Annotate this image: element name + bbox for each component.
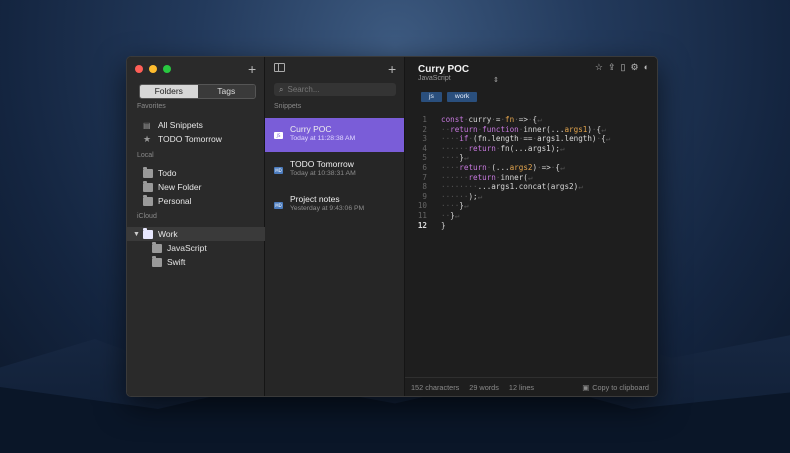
- snippet-title: Curry POC: [290, 124, 332, 134]
- tray-icon: ▤: [143, 120, 151, 130]
- search-icon: ⌕: [279, 84, 284, 94]
- export-icon[interactable]: ▯: [621, 62, 626, 73]
- search-input[interactable]: [287, 85, 388, 94]
- sidebar-item-todo[interactable]: Todo: [127, 166, 265, 180]
- line-count: 12 lines: [508, 382, 535, 392]
- local-section-label: Local: [137, 152, 154, 159]
- snippet-title: Project notes: [290, 194, 340, 204]
- js-file-icon: JS: [274, 132, 283, 139]
- sidebar-item-label: All Snippets: [158, 120, 203, 130]
- editor-pane: Curry POC JavaScript ⇕ ☆ ⇪ ▯ ⚙ ◐ js work…: [405, 57, 657, 396]
- folder-icon: [143, 194, 153, 206]
- code-line: 7 ······return·inner(↵: [422, 172, 533, 182]
- word-count: 29 words: [469, 382, 499, 392]
- snippet-item-project-notes[interactable]: MD Project notes Yesterday at 9:43:06 PM: [265, 188, 404, 222]
- zoom-window-button[interactable]: [163, 65, 171, 73]
- code-line: 10 ····}↵: [417, 201, 469, 211]
- code-line: 5 ····}↵: [422, 153, 469, 163]
- code-line: 2 ··return·function·inner(...args1)·{↵: [422, 124, 606, 134]
- character-count: 152 characters: [411, 382, 460, 392]
- snippet-time: Yesterday at 9:43:06 PM: [290, 205, 365, 212]
- folder-icon: [143, 166, 153, 178]
- icloud-section-label: iCloud: [137, 213, 157, 220]
- code-editor[interactable]: 1 const·curry·=·fn·=>·{↵ 2 ··return·functi…: [405, 115, 657, 230]
- markdown-file-icon: MD: [274, 167, 283, 174]
- code-line: 12}: [417, 220, 446, 230]
- window-controls: [135, 65, 171, 73]
- sidebar-item-label: New Folder: [158, 182, 202, 192]
- minimize-window-button[interactable]: [149, 65, 157, 73]
- folder-icon: [143, 227, 153, 239]
- code-line: 11 ··}↵: [417, 210, 460, 220]
- snippet-title-heading[interactable]: Curry POC: [418, 64, 469, 75]
- chevron-updown-icon[interactable]: ⇕: [493, 76, 499, 84]
- sidebar-item-label: Todo: [158, 168, 177, 178]
- folders-tags-toggle: Folders Tags: [139, 84, 256, 99]
- app-window: + Folders Tags Favorites ▤ All Snippets …: [126, 56, 658, 397]
- disclosure-triangle-icon[interactable]: ▼: [133, 231, 143, 238]
- editor-toolbar: ☆ ⇪ ▯ ⚙ ◐: [595, 62, 649, 73]
- theme-icon[interactable]: ◐: [644, 62, 649, 73]
- folder-icon: [152, 255, 162, 267]
- folder-icon: [152, 241, 162, 253]
- sidebar-item-label: Swift: [167, 257, 186, 267]
- tag-work[interactable]: work: [446, 92, 478, 102]
- star-icon[interactable]: ☆: [595, 62, 603, 73]
- sidebar-item-label: Work: [158, 229, 178, 239]
- search-field[interactable]: ⌕: [274, 83, 396, 96]
- folder-icon: [143, 180, 153, 192]
- gear-icon[interactable]: ⚙: [630, 62, 638, 73]
- snippet-title: TODO Tomorrow: [290, 159, 354, 169]
- add-folder-button[interactable]: +: [248, 62, 256, 76]
- copy-to-clipboard-button[interactable]: ▣ Copy to clipboard: [582, 383, 649, 392]
- sidebar-item-personal[interactable]: Personal: [127, 194, 265, 208]
- sidebar-item-all-snippets[interactable]: ▤ All Snippets: [127, 118, 265, 132]
- code-line: 6 ····return·(...args2)·=>·{↵: [422, 162, 565, 172]
- folders-tab[interactable]: Folders: [140, 85, 198, 98]
- add-snippet-button[interactable]: +: [388, 62, 396, 76]
- code-line: 3 ····if·(fn.length·==·args1.length)·{↵: [422, 134, 611, 144]
- copy-label: Copy to clipboard: [592, 382, 649, 392]
- sidebar-item-label: TODO Tomorrow: [158, 134, 222, 144]
- sidebar-item-label: JavaScript: [167, 243, 207, 253]
- sidebar-item-label: Personal: [158, 196, 192, 206]
- snippet-item-todo-tomorrow[interactable]: MD TODO Tomorrow Today at 10:38:31 AM: [265, 153, 404, 187]
- star-icon: ★: [143, 133, 152, 144]
- sidebar-item-swift[interactable]: Swift: [127, 255, 265, 269]
- close-window-button[interactable]: [135, 65, 143, 73]
- code-line: 1 const·curry·=·fn·=>·{↵: [422, 115, 542, 124]
- code-line: 4 ······return·fn(...args1);↵: [422, 143, 565, 153]
- share-icon[interactable]: ⇪: [608, 62, 616, 73]
- tag-js[interactable]: js: [421, 92, 442, 102]
- markdown-file-icon: MD: [274, 202, 283, 209]
- language-selector[interactable]: JavaScript: [418, 75, 451, 82]
- code-line: 8 ········...args1.concat(args2)↵: [422, 182, 583, 192]
- sidebar-toggle-icon[interactable]: [274, 63, 285, 72]
- sidebar-item-todo-tomorrow[interactable]: ★ TODO Tomorrow: [127, 132, 265, 146]
- tag-list: js work: [421, 92, 478, 102]
- snippets-list-pane: + ⌕ Snippets JS Curry POC Today at 11:28…: [265, 57, 405, 396]
- snippet-item-curry-poc[interactable]: JS Curry POC Today at 11:28:38 AM: [265, 118, 404, 152]
- tags-tab[interactable]: Tags: [197, 85, 255, 98]
- status-bar: 152 characters 29 words 12 lines ▣ Copy …: [405, 377, 657, 396]
- clipboard-icon: ▣: [582, 382, 590, 392]
- code-line: 9 ······);↵: [422, 191, 483, 201]
- snippet-time: Today at 11:28:38 AM: [290, 135, 356, 142]
- sidebar-item-javascript[interactable]: JavaScript: [127, 241, 265, 255]
- sidebar-item-new-folder[interactable]: New Folder: [127, 180, 265, 194]
- folders-sidebar: + Folders Tags Favorites ▤ All Snippets …: [127, 57, 265, 396]
- sidebar-item-work[interactable]: ▼ Work: [127, 227, 265, 241]
- favorites-section-label: Favorites: [137, 103, 166, 110]
- snippet-time: Today at 10:38:31 AM: [290, 170, 356, 177]
- snippets-section-label: Snippets: [274, 103, 302, 110]
